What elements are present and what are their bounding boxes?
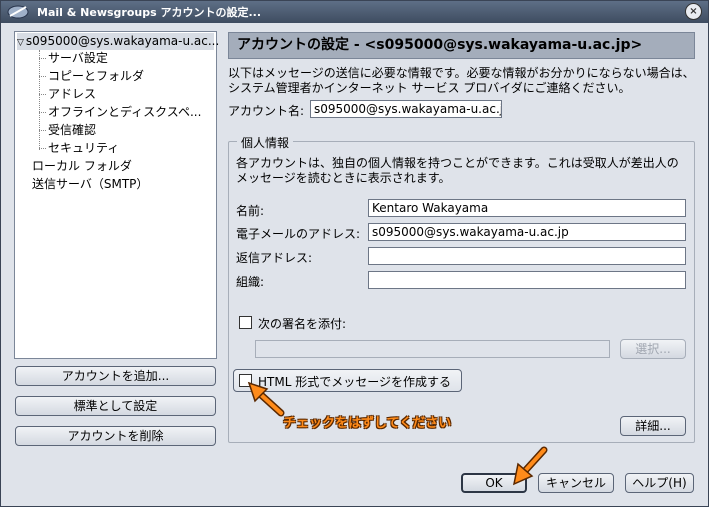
email-label: 電子メールのアドレス: bbox=[236, 227, 361, 241]
tree-item-addressing[interactable]: アドレス bbox=[48, 86, 96, 103]
organization-input[interactable] bbox=[368, 271, 686, 289]
account-tree[interactable]: ▽ s095000@sys.wakayama-u.ac... サーバ設定 コピーと… bbox=[14, 31, 219, 359]
twisty-expanded-icon[interactable]: ▽ bbox=[17, 38, 24, 48]
html-compose-label: HTML 形式でメッセージを作成する bbox=[258, 375, 451, 389]
signature-label: 次の署名を添付: bbox=[258, 317, 347, 331]
email-input[interactable]: s095000@sys.wakayama-u.ac.jp bbox=[368, 223, 686, 241]
identity-group bbox=[228, 141, 695, 443]
name-input[interactable]: Kentaro Wakayama bbox=[368, 199, 686, 217]
remove-account-button[interactable]: アカウントを削除 bbox=[15, 426, 216, 446]
signature-checkbox[interactable] bbox=[239, 316, 252, 329]
tree-item-copies-folders[interactable]: コピーとフォルダ bbox=[48, 68, 144, 85]
tree-connector bbox=[39, 130, 46, 131]
account-name-input[interactable]: s095000@sys.wakayama-u.ac.jp bbox=[310, 100, 502, 118]
tree-connector bbox=[39, 112, 46, 113]
account-name-label: アカウント名: bbox=[228, 104, 305, 118]
panel-header: アカウントの設定 - <s095000@sys.wakayama-u.ac.jp… bbox=[228, 32, 695, 59]
window-title: Mail & Newsgroups アカウントの設定... bbox=[37, 6, 262, 19]
mail-app-icon bbox=[7, 5, 29, 19]
tree-item-offline-disk[interactable]: オフラインとディスクスペ... bbox=[48, 104, 201, 121]
close-button[interactable]: × bbox=[685, 3, 702, 20]
tree-connector bbox=[39, 58, 46, 59]
choose-signature-button[interactable]: 選択... bbox=[620, 339, 686, 359]
close-icon: × bbox=[689, 6, 698, 17]
annotation-arrow-ok-icon bbox=[512, 446, 548, 486]
annotation-text: チェックをはずしてください bbox=[283, 416, 452, 431]
tree-connector bbox=[39, 50, 40, 150]
annotation-arrow-checkbox-icon bbox=[247, 381, 285, 417]
name-label: 名前: bbox=[236, 204, 265, 218]
panel-description-line: システム管理者かインターネット サービス プロバイダにご連絡ください。 bbox=[228, 81, 631, 95]
identity-description-line: メッセージを読むときに表示されます。 bbox=[236, 171, 451, 185]
tree-connector bbox=[39, 148, 46, 149]
signature-file-input[interactable] bbox=[255, 340, 610, 358]
identity-description-line: 各アカウントは、独自の個人情報を持つことができます。これは受取人が差出人の bbox=[236, 156, 679, 170]
add-account-button[interactable]: アカウントを追加... bbox=[15, 366, 216, 386]
help-button[interactable]: ヘルプ(H) bbox=[625, 473, 694, 493]
tree-connector bbox=[39, 76, 46, 77]
tree-connector bbox=[39, 94, 46, 95]
tree-item-outgoing-server[interactable]: 送信サーバ（SMTP） bbox=[32, 176, 148, 193]
tree-item-server-settings[interactable]: サーバ設定 bbox=[48, 50, 108, 67]
reply-to-input[interactable] bbox=[368, 247, 686, 265]
tree-item-security[interactable]: セキュリティ bbox=[48, 140, 119, 157]
tree-item-account-label: s095000@sys.wakayama-u.ac... bbox=[25, 34, 220, 48]
set-default-button[interactable]: 標準として設定 bbox=[15, 396, 216, 416]
tree-item-account[interactable]: ▽ s095000@sys.wakayama-u.ac... bbox=[17, 33, 219, 50]
organization-label: 組織: bbox=[236, 275, 265, 289]
tree-item-local-folders[interactable]: ローカル フォルダ bbox=[32, 158, 132, 175]
panel-description: 以下はメッセージの送信に必要な情報です。必要な情報がお分かりにならない場合は、 … bbox=[228, 66, 695, 96]
title-bar[interactable]: Mail & Newsgroups アカウントの設定... × bbox=[1, 1, 708, 23]
advanced-button[interactable]: 詳細... bbox=[620, 416, 686, 436]
identity-legend: 個人情報 bbox=[237, 134, 294, 151]
account-settings-window: Mail & Newsgroups アカウントの設定... × ▽ s095000… bbox=[0, 0, 709, 507]
identity-description: 各アカウントは、独自の個人情報を持つことができます。これは受取人が差出人の メッ… bbox=[236, 156, 679, 186]
tree-item-receipts[interactable]: 受信確認 bbox=[48, 122, 96, 139]
panel-description-line: 以下はメッセージの送信に必要な情報です。必要な情報がお分かりにならない場合は、 bbox=[228, 66, 695, 80]
reply-to-label: 返信アドレス: bbox=[236, 251, 313, 265]
